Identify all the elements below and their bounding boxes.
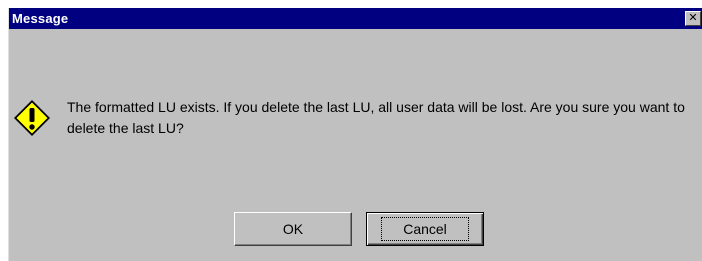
- ok-button-label: OK: [282, 221, 304, 237]
- close-button[interactable]: ✕: [685, 11, 701, 26]
- cancel-button[interactable]: Cancel: [366, 212, 484, 246]
- cancel-button-label: Cancel: [381, 217, 469, 241]
- ok-button[interactable]: OK: [234, 212, 352, 246]
- close-icon: ✕: [688, 11, 698, 24]
- dialog-message: The formatted LU exists. If you delete t…: [67, 99, 685, 136]
- message-dialog: Message ✕ The formatted LU exists. If yo…: [8, 8, 702, 261]
- title-bar[interactable]: Message ✕: [9, 8, 702, 29]
- warning-icon: [14, 100, 50, 136]
- window-title: Message: [12, 11, 69, 26]
